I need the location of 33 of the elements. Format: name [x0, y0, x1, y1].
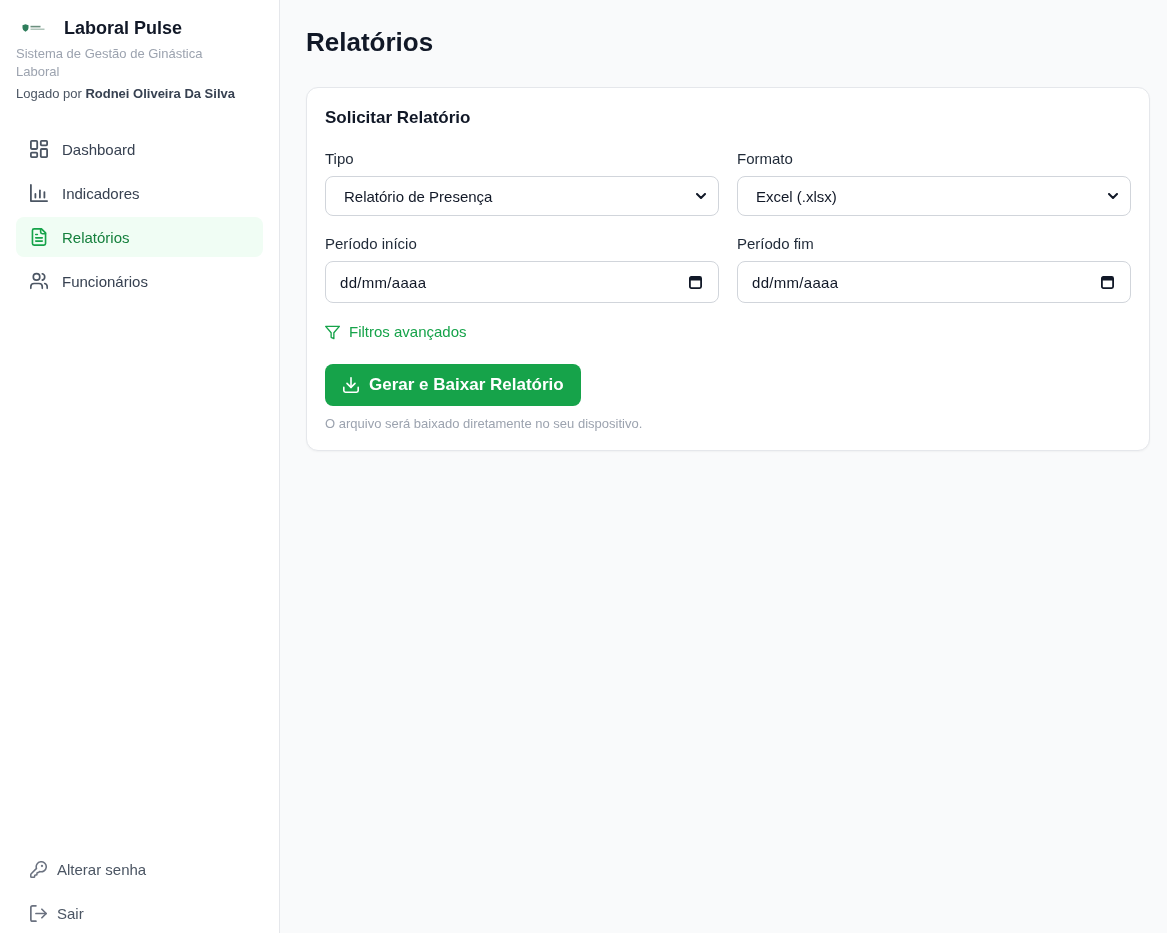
field-label: Formato [737, 149, 793, 169]
nav-item[interactable]: Dashboard [16, 129, 263, 169]
field-label: Tipo [325, 149, 354, 169]
calendar-icon [689, 275, 702, 289]
nav-item[interactable]: Indicadores [16, 173, 263, 213]
users-icon [30, 272, 48, 290]
chevron-down-icon [696, 193, 706, 199]
calendar-icon [1101, 275, 1114, 289]
select-field[interactable]: Excel (.xlsx) [737, 176, 1131, 216]
sidebar-link[interactable]: Sair [16, 895, 92, 931]
field-label: Período início [325, 234, 417, 254]
nav-item[interactable]: Funcionários [16, 261, 263, 301]
app-title: Laboral Pulse [64, 18, 183, 38]
logo-icon [22, 24, 45, 32]
bar-chart-icon [30, 184, 48, 202]
filter-icon [325, 324, 340, 340]
page-title: Relatórios [306, 26, 435, 59]
key-icon [30, 860, 47, 878]
app-subtitle: Sistema de Gestão de Ginástica Laboral [16, 45, 204, 81]
grid-icon [30, 140, 48, 158]
logged-in-user: Logado por Rodnei Oliveira Da Silva [16, 85, 236, 103]
sidebar-link[interactable]: Alterar senha [16, 851, 155, 887]
chevron-down-icon [1108, 193, 1118, 199]
logout-icon [30, 904, 47, 922]
date-field[interactable]: dd/mm/aaaa [325, 261, 719, 303]
select-field[interactable]: Relatório de Presença [325, 176, 719, 216]
download-icon [343, 376, 359, 393]
help-text: O arquivo será baixado diretamente no seu dispositivo. [325, 415, 643, 432]
nav-item[interactable]: Relatórios [16, 217, 263, 257]
field-label: Período fim [737, 234, 814, 254]
document-icon [30, 228, 48, 246]
date-field[interactable]: dd/mm/aaaa [737, 261, 1131, 303]
card-title: Solicitar Relatório [325, 107, 472, 129]
